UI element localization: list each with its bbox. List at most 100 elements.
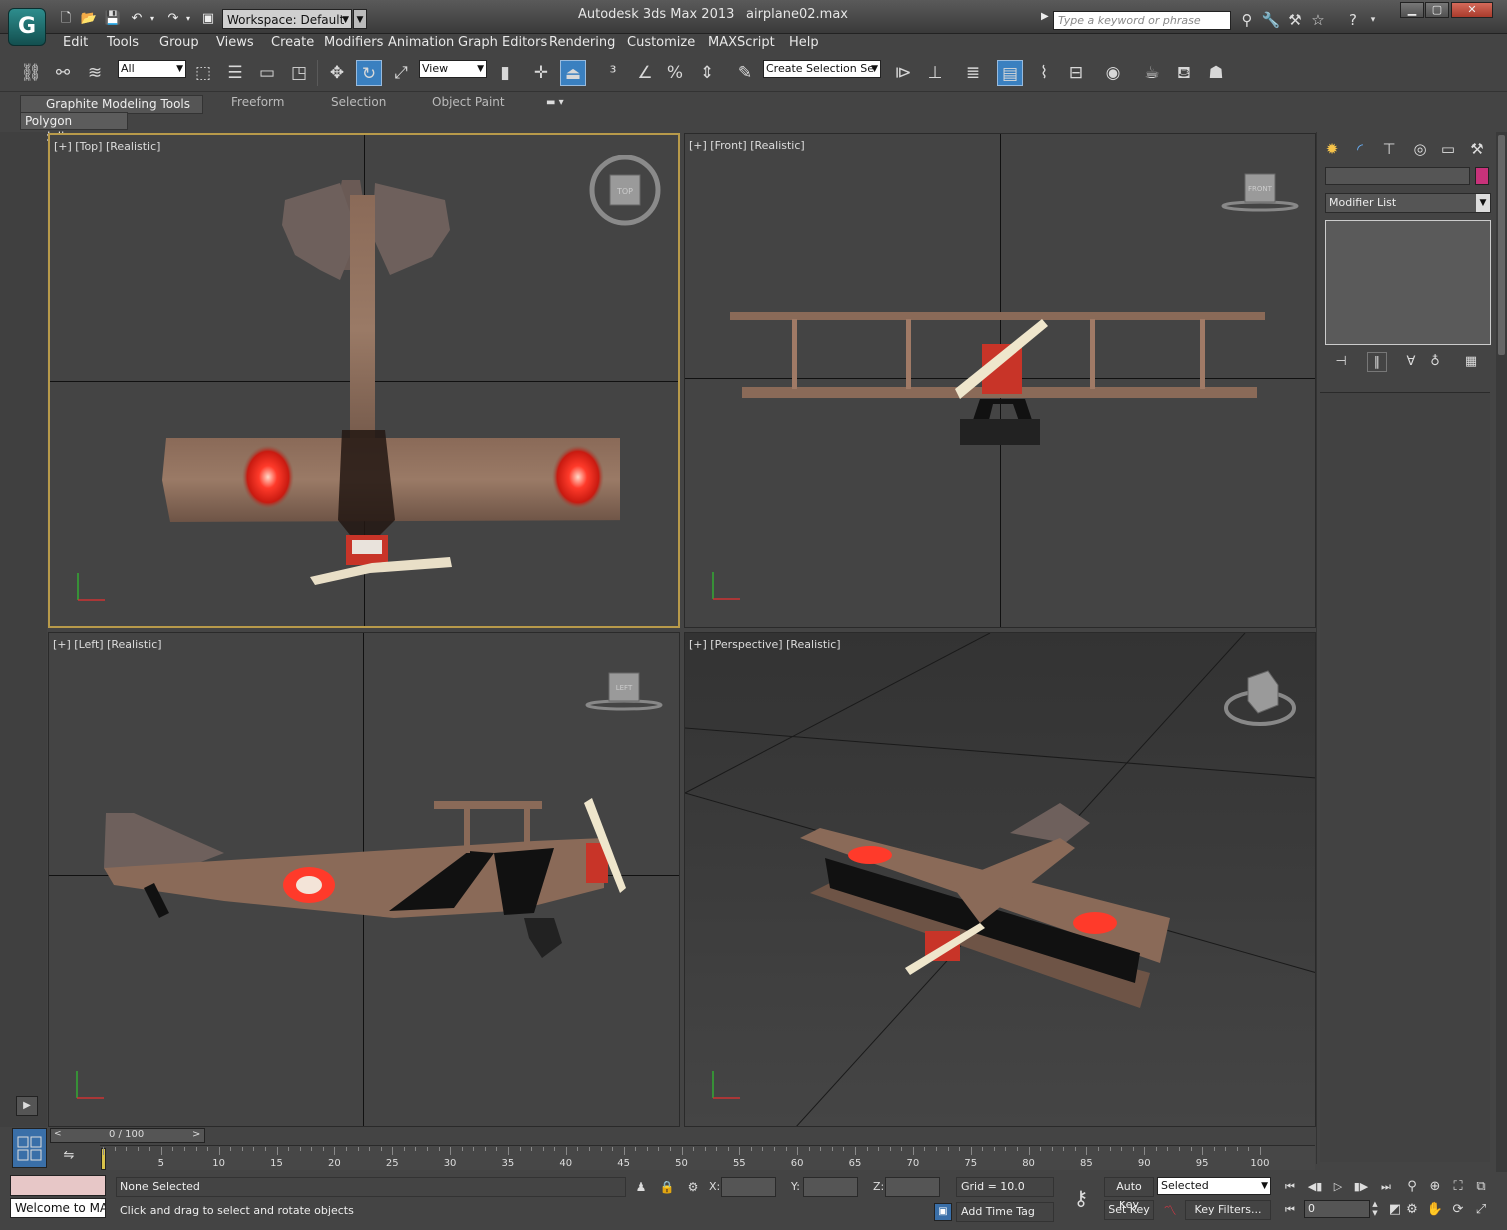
ribbon-options-icon[interactable]: ▬ ▾ — [546, 97, 564, 108]
show-end-result-icon[interactable]: ∥ — [1367, 352, 1387, 372]
airplane-model-left[interactable] — [94, 793, 644, 973]
set-key-button[interactable]: Set Key — [1104, 1200, 1154, 1220]
time-slider[interactable]: < 0 / 100 — [50, 1128, 205, 1143]
align-icon[interactable]: ⊥ — [922, 60, 948, 86]
viewport-label-left[interactable]: [+] [Left] [Realistic] — [53, 638, 162, 651]
save-file-icon[interactable]: 💾 — [104, 11, 122, 27]
favorites-star-icon[interactable]: ☆ — [1307, 10, 1329, 30]
maxscript-listener-field[interactable] — [10, 1175, 106, 1196]
motion-tab-icon[interactable]: ◎ — [1408, 138, 1432, 160]
schematic-view-icon[interactable]: ⊟ — [1063, 60, 1089, 86]
reference-coordinate-dropdown[interactable]: View ▼ — [419, 60, 487, 78]
default-in-out-tangent-icon[interactable]: 〽 — [1159, 1200, 1181, 1220]
zoom-extents-all-icon[interactable]: ⧉ — [1470, 1177, 1492, 1197]
viewport-top[interactable]: [+] [Top] [Realistic] TOP — [48, 133, 680, 628]
window-crossing-icon[interactable]: ◳ — [286, 60, 312, 86]
workspace-dropdown[interactable]: Workspace: Default ▼ — [222, 9, 352, 29]
current-frame-field[interactable]: 0 — [1304, 1200, 1370, 1218]
spinner-snap-icon[interactable]: ⇕ — [694, 60, 720, 86]
select-object-icon[interactable]: ⬚ — [190, 60, 216, 86]
view-cube-front[interactable]: FRONT — [1220, 169, 1300, 214]
z-coordinate-field[interactable] — [885, 1177, 940, 1197]
graphite-toggle-icon[interactable]: ▤ — [997, 60, 1023, 86]
keyboard-shortcut-override-icon[interactable]: ⏏ — [560, 60, 586, 86]
viewport-label-top[interactable]: [+] [Top] [Realistic] — [54, 140, 160, 153]
help-dropdown-icon[interactable]: ▾ — [1362, 10, 1384, 30]
x-coordinate-field[interactable] — [721, 1177, 776, 1197]
menu-create[interactable]: Create — [271, 35, 314, 50]
polygon-modeling-panel[interactable]: Polygon Modeling — [20, 112, 128, 144]
search-expand-icon[interactable]: ▶ — [1041, 11, 1049, 22]
render-production-icon[interactable]: ☗ — [1203, 60, 1229, 86]
material-editor-icon[interactable]: ◉ — [1100, 60, 1126, 86]
selection-filter-dropdown[interactable]: All ▼ — [118, 60, 186, 78]
redo-icon[interactable]: ↷ — [164, 11, 182, 27]
key-mode-dropdown[interactable]: Selected ▼ — [1157, 1177, 1271, 1195]
viewport-perspective[interactable]: [+] [Perspective] [Realistic] — [684, 632, 1316, 1127]
menu-maxscript[interactable]: MAXScript — [708, 35, 775, 50]
curve-editor-icon[interactable]: ⌇ — [1031, 60, 1057, 86]
select-and-manipulate-icon[interactable]: ✛ — [528, 60, 554, 86]
airplane-model-perspective[interactable] — [790, 783, 1180, 1013]
subscription-center-icon[interactable]: 🔧 — [1260, 10, 1282, 30]
tab-freeform[interactable]: Freeform — [231, 95, 284, 109]
select-and-move-icon[interactable]: ✥ — [324, 60, 350, 86]
menu-edit[interactable]: Edit — [63, 35, 88, 50]
selection-lock-icon[interactable]: 🔒 — [658, 1178, 676, 1196]
next-key-icon[interactable]: ▮▶ — [1350, 1177, 1372, 1197]
isolate-selection-icon[interactable]: ♟ — [632, 1178, 650, 1196]
modifier-list-dropdown[interactable]: Modifier List ▼ — [1325, 193, 1491, 213]
tab-object-paint[interactable]: Object Paint — [432, 95, 505, 109]
add-time-tag-button[interactable]: Add Time Tag — [956, 1202, 1054, 1222]
play-animation-icon[interactable]: ▷ — [1327, 1177, 1349, 1197]
quick-access-customize-button[interactable]: ▼ — [353, 9, 367, 29]
help-icon[interactable]: ? — [1342, 10, 1364, 30]
next-frame-icon[interactable]: > — [192, 1129, 200, 1140]
mini-curve-editor-icon[interactable]: ⇋ — [58, 1148, 80, 1168]
play-icon[interactable]: ▶ — [16, 1096, 38, 1116]
select-by-name-icon[interactable]: ☰ — [222, 60, 248, 86]
angle-snap-icon[interactable]: ∠ — [632, 60, 658, 86]
time-configuration-icon[interactable]: ⚙ — [1401, 1200, 1423, 1220]
layer-manager-icon[interactable]: ≣ — [960, 60, 986, 86]
key-filters-button[interactable]: Key Filters... — [1185, 1200, 1271, 1220]
frame-spinner-icon[interactable]: ▲ ▼ — [1370, 1200, 1380, 1218]
pin-stack-icon[interactable]: ⊣ — [1331, 352, 1351, 372]
percent-snap-icon[interactable]: % — [662, 60, 688, 86]
menu-rendering[interactable]: Rendering — [549, 35, 615, 50]
modify-tab-icon[interactable]: ◜ — [1348, 138, 1372, 160]
utilities-tab-icon[interactable]: ⚒ — [1465, 138, 1489, 160]
menu-group[interactable]: Group — [159, 35, 199, 50]
project-folder-icon[interactable]: ▣ — [199, 11, 217, 27]
go-to-end-icon[interactable]: ⏭ — [1375, 1177, 1397, 1197]
menu-graph-editors[interactable]: Graph Editors — [458, 35, 547, 50]
undo-dropdown-icon[interactable]: ▾ — [147, 11, 157, 27]
edit-named-selection-icon[interactable]: ✎ — [732, 60, 758, 86]
viewport-front[interactable]: [+] [Front] [Realistic] FRONT — [684, 133, 1316, 628]
bind-to-space-warp-icon[interactable]: ≋ — [82, 60, 108, 86]
object-name-field[interactable] — [1325, 167, 1470, 185]
binoculars-icon[interactable]: ⚲ — [1236, 10, 1258, 30]
orbit-icon[interactable]: ⟳ — [1447, 1200, 1469, 1220]
airplane-model-top[interactable] — [110, 175, 620, 595]
key-mode-toggle-icon[interactable]: ⏮ — [1279, 1200, 1301, 1220]
unlink-icon[interactable]: ⚯ — [50, 60, 76, 86]
named-selection-dropdown[interactable]: Create Selection Se ▼ — [763, 60, 881, 78]
auto-key-button[interactable]: Auto Key — [1104, 1177, 1154, 1211]
pan-view-icon[interactable]: ✋ — [1424, 1200, 1446, 1220]
maxscript-mini-listener[interactable]: Welcome to MA — [10, 1198, 106, 1218]
rectangular-selection-icon[interactable]: ▭ — [254, 60, 280, 86]
tab-selection[interactable]: Selection — [331, 95, 386, 109]
zoom-all-icon[interactable]: ⊕ — [1424, 1177, 1446, 1197]
remove-modifier-icon[interactable]: ♁ — [1425, 352, 1445, 372]
viewport-label-perspective[interactable]: [+] [Perspective] [Realistic] — [689, 638, 841, 651]
viewport-label-front[interactable]: [+] [Front] [Realistic] — [689, 139, 805, 152]
view-cube-left[interactable]: LEFT — [584, 668, 664, 713]
configure-modifier-sets-icon[interactable]: ▦ — [1461, 352, 1481, 372]
modifier-stack[interactable] — [1325, 220, 1491, 345]
mirror-icon[interactable]: ⧐ — [890, 60, 916, 86]
undo-icon[interactable]: ↶ — [128, 11, 146, 27]
menu-views[interactable]: Views — [216, 35, 254, 50]
maximize-viewport-icon[interactable]: ⤢ — [1470, 1200, 1492, 1220]
search-input[interactable]: Type a keyword or phrase — [1053, 11, 1231, 30]
